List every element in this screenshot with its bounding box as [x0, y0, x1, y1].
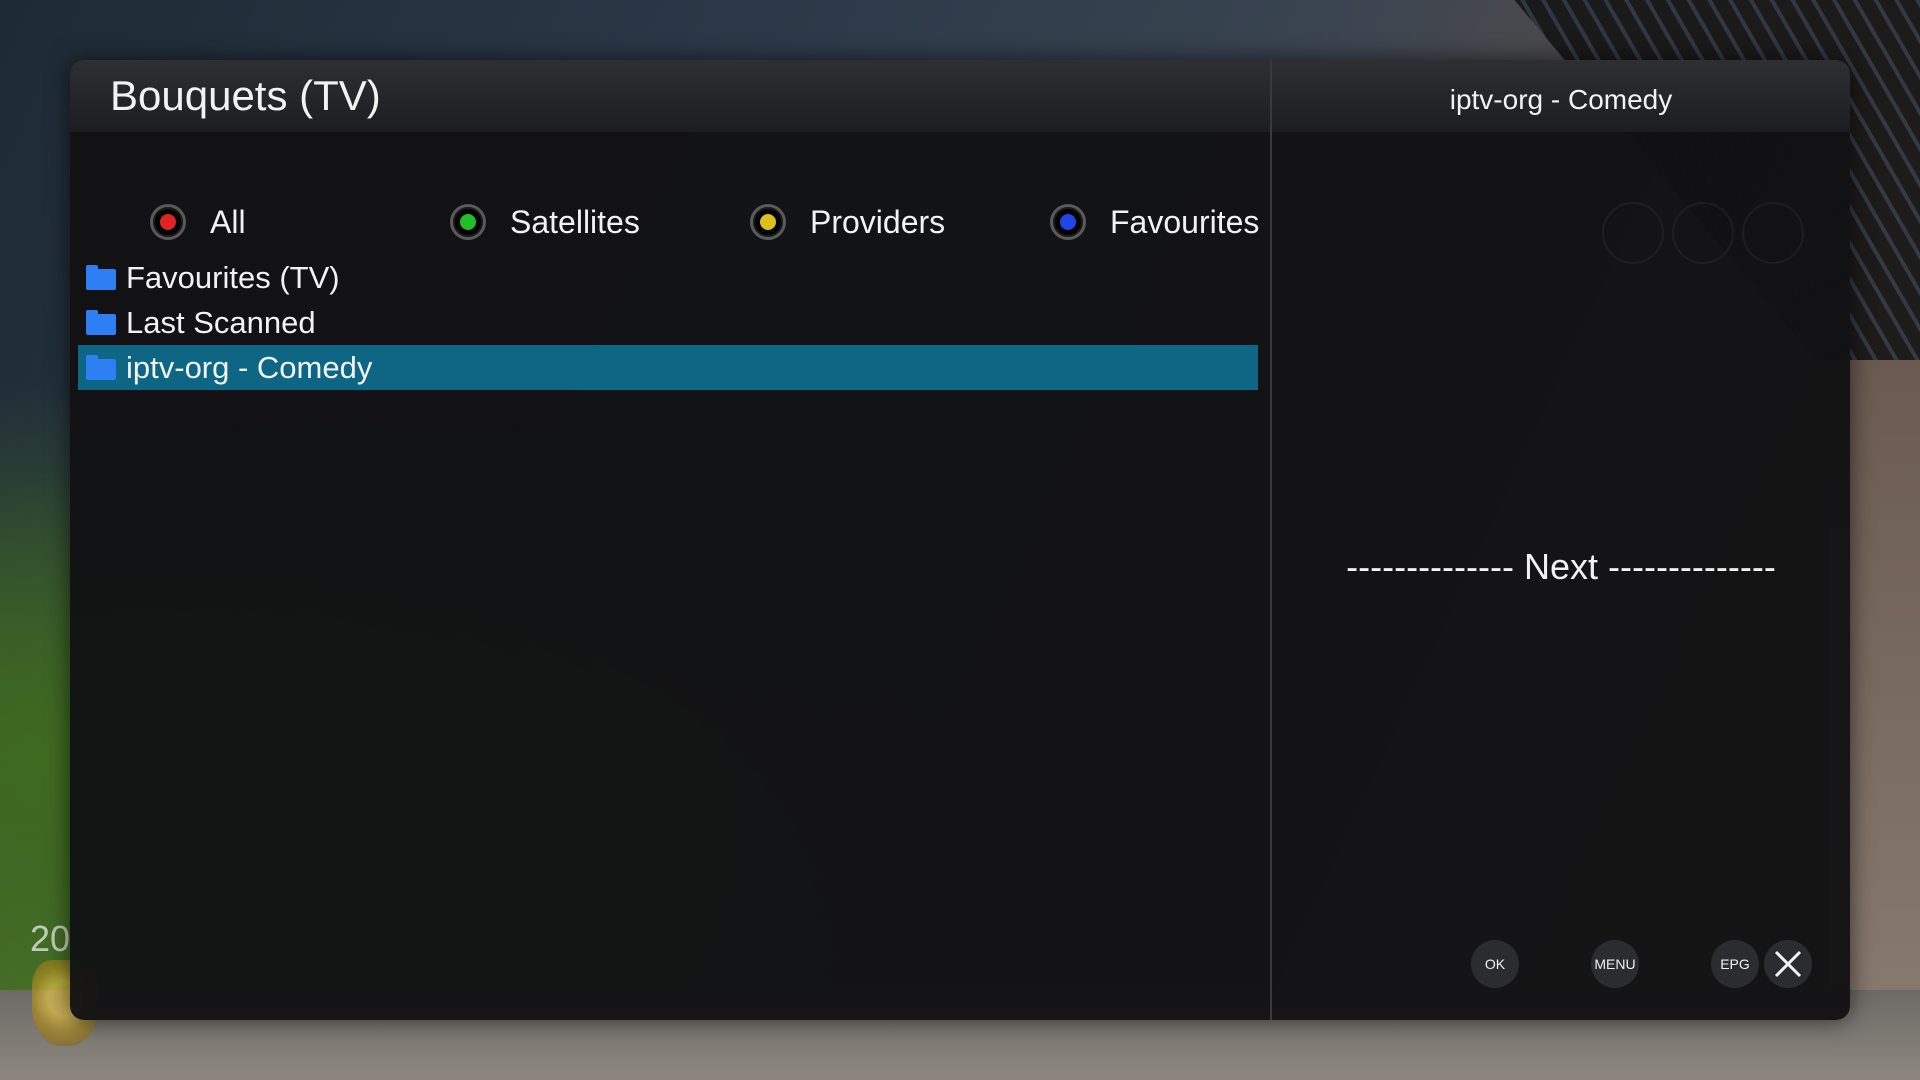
ok-button[interactable]: OK	[1471, 940, 1519, 988]
selected-bouquet-title: iptv-org - Comedy	[1449, 84, 1673, 115]
yellow-button-providers[interactable]: Providers	[750, 192, 945, 252]
help-buttons-row: OK MENU EPG	[1272, 940, 1850, 990]
status-ring-icon	[1602, 202, 1664, 264]
epg-button[interactable]: EPG	[1711, 940, 1759, 988]
service-status-icons	[1602, 202, 1804, 264]
close-icon	[1774, 950, 1802, 978]
next-event-label: -------------- Next --------------	[1346, 546, 1776, 587]
yellow-button-label: Providers	[810, 203, 946, 240]
info-pane: iptv-org - Comedy -------------- Next --…	[1272, 60, 1850, 1020]
red-button-icon	[150, 204, 186, 240]
bouquet-item-label: Last Scanned	[126, 304, 316, 340]
blue-button-label: Favourites	[1110, 203, 1260, 240]
bouquet-item-iptv-org-comedy[interactable]: iptv-org - Comedy	[78, 345, 1258, 390]
bouquet-item-last-scanned[interactable]: Last Scanned	[78, 300, 1258, 345]
folder-icon	[86, 354, 116, 380]
page-title: Bouquets (TV)	[110, 72, 381, 119]
red-button-all[interactable]: All	[150, 192, 246, 252]
blue-button-icon	[1050, 204, 1086, 240]
bouquet-list: Favourites (TV) Last Scanned iptv-org - …	[78, 255, 1258, 390]
channel-selection-panel: Bouquets (TV) All Satellites Providers F…	[70, 60, 1850, 1020]
close-button[interactable]	[1764, 940, 1812, 988]
status-ring-icon	[1672, 202, 1734, 264]
bouquet-item-label: iptv-org - Comedy	[126, 349, 373, 385]
bouquet-list-pane: Bouquets (TV) All Satellites Providers F…	[70, 60, 1270, 1020]
green-button-icon	[450, 204, 486, 240]
bouquet-item-label: Favourites (TV)	[126, 259, 340, 295]
info-header: iptv-org - Comedy	[1272, 60, 1850, 132]
green-button-label: Satellites	[510, 203, 640, 240]
status-ring-icon	[1742, 202, 1804, 264]
green-button-satellites[interactable]: Satellites	[450, 192, 640, 252]
color-button-bar: All Satellites Providers Favourites	[110, 192, 1270, 252]
red-button-label: All	[210, 203, 246, 240]
bouquet-header: Bouquets (TV)	[70, 60, 1270, 132]
yellow-button-icon	[750, 204, 786, 240]
folder-icon	[86, 309, 116, 335]
menu-button[interactable]: MENU	[1591, 940, 1639, 988]
bouquet-item-favourites-tv[interactable]: Favourites (TV)	[78, 255, 1258, 300]
folder-icon	[86, 264, 116, 290]
blue-button-favourites[interactable]: Favourites	[1050, 192, 1259, 252]
background-timestamp: 20	[30, 918, 71, 959]
